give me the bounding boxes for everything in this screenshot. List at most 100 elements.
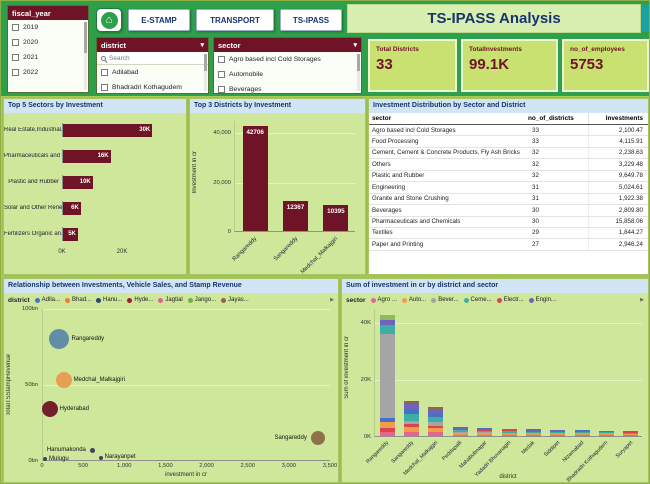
checkbox-icon[interactable] (101, 69, 108, 76)
sector-option[interactable]: Beverages (214, 82, 361, 93)
sector-option[interactable]: Automobile (214, 67, 361, 82)
scrollbar[interactable] (204, 54, 207, 91)
fiscal-year-option[interactable]: 2019 (8, 20, 88, 35)
legend-item[interactable]: Engin... (528, 297, 556, 303)
chevron-down-icon[interactable]: ▾ (200, 42, 204, 49)
table-row[interactable]: Agro based incl Cold Storages 33 2,100.47 (369, 125, 648, 137)
checkbox-icon[interactable] (12, 54, 19, 61)
bar[interactable]: 6K (63, 201, 81, 215)
bar-segment[interactable] (379, 334, 395, 419)
bar-segment[interactable] (477, 434, 493, 436)
stacked-bar[interactable] (477, 427, 493, 436)
bar-segment[interactable] (574, 434, 590, 436)
transport-nav-button[interactable]: TRANSPORT (196, 9, 274, 31)
stacked-bar[interactable] (404, 400, 420, 436)
legend-item[interactable]: Adila... (34, 297, 60, 303)
bar-segment[interactable] (550, 434, 566, 436)
district-search-input[interactable] (109, 54, 189, 62)
bar-segment[interactable] (452, 434, 468, 436)
fiscal-year-option[interactable]: 2020 (8, 35, 88, 50)
district-slicer-header[interactable]: district ▾ (97, 38, 208, 52)
table-row[interactable]: Plastic and Rubber 32 9,649.78 (369, 170, 648, 183)
bar[interactable]: 42706 (242, 125, 268, 231)
checkbox-icon[interactable] (218, 56, 225, 63)
bar-segment[interactable] (501, 434, 517, 436)
data-point[interactable] (310, 431, 325, 446)
sector-slicer-header[interactable]: sector ▾ (214, 38, 361, 52)
bar-segment[interactable] (598, 435, 614, 436)
table-row[interactable]: Granite and Stone Crushing 31 1,922.38 (369, 193, 648, 206)
bar-segment[interactable] (525, 434, 541, 436)
checkbox-icon[interactable] (101, 84, 108, 91)
legend-item[interactable]: Jagtial (158, 297, 183, 303)
bar[interactable]: 5K (63, 227, 78, 241)
stacked-bar[interactable] (598, 430, 614, 436)
bar-segment[interactable] (404, 431, 420, 436)
table-row[interactable]: Cement, Cement & Concrete Products, Fly … (369, 147, 648, 160)
legend-scroll-arrow-icon[interactable]: ▶ (640, 297, 644, 303)
bar-segment[interactable] (428, 432, 444, 436)
checkbox-icon[interactable] (218, 86, 225, 93)
district-option[interactable]: Bhadradri Kothagudem (97, 80, 208, 93)
stacked-bar[interactable] (452, 426, 468, 436)
fiscal-year-option[interactable]: 2021 (8, 50, 88, 65)
stacked-bar[interactable] (501, 428, 517, 436)
bar-segment[interactable] (379, 431, 395, 436)
scrollbar-thumb[interactable] (204, 54, 207, 71)
stacked-bar[interactable] (525, 429, 541, 436)
bar[interactable]: 10K (63, 175, 93, 189)
bar-segment[interactable] (404, 413, 420, 421)
checkbox-icon[interactable] (12, 24, 19, 31)
legend-item[interactable]: Agro ... (370, 297, 397, 303)
data-point[interactable] (41, 401, 58, 418)
fiscal-year-slicer-header[interactable]: fiscal_year (8, 6, 88, 20)
stacked-bar[interactable] (428, 406, 444, 436)
bar-segment[interactable] (379, 325, 395, 335)
table-row[interactable]: Others 32 3,229.48 (369, 159, 648, 171)
estamp-nav-button[interactable]: E-STAMP (128, 9, 190, 31)
data-point[interactable] (98, 455, 103, 460)
legend-item[interactable]: Hanu... (96, 297, 122, 303)
data-point[interactable] (49, 329, 70, 350)
legend-item[interactable]: Bever... (431, 297, 459, 303)
data-point[interactable] (89, 447, 95, 453)
bar-segment[interactable] (623, 435, 639, 436)
checkbox-icon[interactable] (218, 71, 225, 78)
data-point[interactable] (43, 457, 48, 462)
stacked-bar[interactable] (550, 429, 566, 436)
column-header[interactable]: no_of_districts (524, 113, 588, 124)
bar[interactable]: 30K (63, 123, 153, 137)
legend-item[interactable]: Electr... (496, 297, 524, 303)
bar[interactable]: 16K (63, 149, 111, 163)
stacked-bar[interactable] (379, 314, 395, 436)
legend-item[interactable]: Ceme... (463, 297, 492, 303)
fiscal-year-option[interactable]: 2022 (8, 65, 88, 80)
table-row[interactable]: Textiles 29 1,844.27 (369, 227, 648, 240)
table-row[interactable]: Food Processing 33 4,115.91 (369, 136, 648, 148)
data-point[interactable] (55, 372, 72, 389)
column-header[interactable]: Investments (588, 113, 648, 124)
sector-option[interactable]: Agro based incl Cold Storages (214, 52, 361, 67)
checkbox-icon[interactable] (12, 39, 19, 46)
table-row[interactable]: Paper and Printing 27 2,946.24 (369, 239, 648, 251)
scrollbar[interactable] (357, 54, 360, 91)
chevron-down-icon[interactable]: ▾ (353, 42, 357, 49)
legend-item[interactable]: Auto... (401, 297, 426, 303)
bar[interactable]: 12367 (283, 200, 308, 231)
table-row[interactable]: Pharmaceuticals and Chemicals 30 15,858.06 (369, 216, 648, 228)
table-row[interactable]: Engineering 31 5,024.61 (369, 182, 648, 194)
tsipass-nav-button[interactable]: TS-IPASS (280, 9, 342, 31)
table-row[interactable]: Beverages 30 2,809.80 (369, 205, 648, 217)
checkbox-icon[interactable] (12, 69, 19, 76)
legend-scroll-arrow-icon[interactable]: ▶ (330, 297, 334, 303)
legend-item[interactable]: Bhad... (65, 297, 91, 303)
stacked-bar[interactable] (574, 430, 590, 436)
stacked-bar[interactable] (623, 430, 639, 436)
legend-item[interactable]: Hyde... (127, 297, 153, 303)
scrollbar[interactable] (84, 22, 87, 90)
scrollbar-thumb[interactable] (357, 54, 360, 71)
legend-item[interactable]: Jango... (187, 297, 216, 303)
column-header[interactable]: sector (369, 113, 524, 124)
home-button[interactable]: ⌂ (96, 8, 122, 32)
legend-item[interactable]: Jayas... (221, 297, 249, 303)
